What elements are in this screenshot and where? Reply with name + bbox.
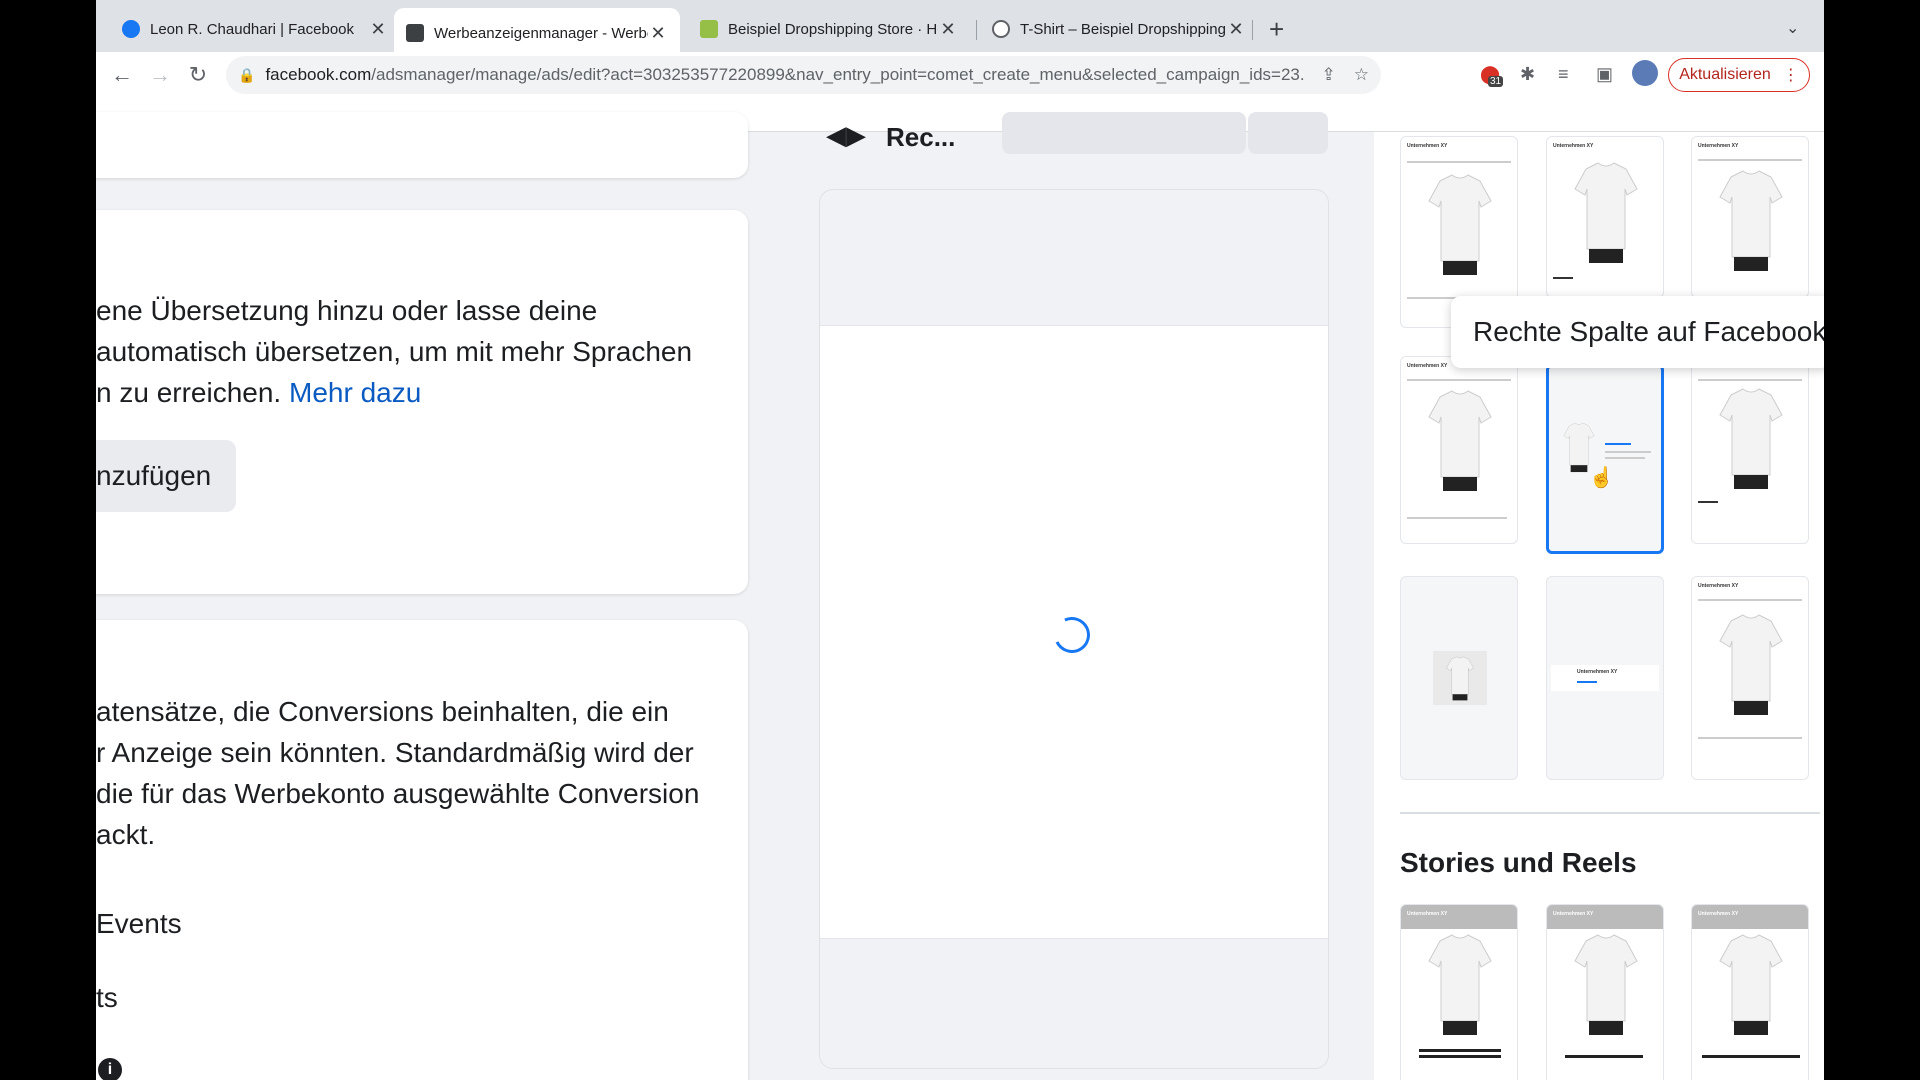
translation-text-3: n zu erreichen. Mehr dazu: [96, 377, 422, 408]
adsmanager-favicon-icon: [406, 24, 424, 42]
thumb-header: Unternehmen XY: [1407, 911, 1448, 917]
datasets-text-1: atensätze, die Conversions beinhalten, d…: [96, 696, 669, 727]
thumb-header: Unternehmen XY: [1553, 911, 1594, 917]
extension-badge: 31: [1488, 76, 1504, 87]
browser-tabstrip: Leon R. Chaudhari | Facebook ✕ Werbeanze…: [96, 0, 1824, 58]
more-info-link[interactable]: Mehr dazu: [289, 377, 421, 408]
tab-title: Beispiel Dropshipping Store · Home: [728, 20, 938, 38]
placement-thumb-story-2[interactable]: Unternehmen XY: [1546, 904, 1664, 1080]
tshirt-image: [1574, 162, 1638, 263]
placement-thumb-story-1[interactable]: Unternehmen XY: [1400, 904, 1518, 1080]
close-icon[interactable]: ✕: [648, 23, 668, 44]
thumb-header: Unternehmen XY: [1407, 363, 1448, 369]
placement-thumb-in-stream[interactable]: Unternehmen XY: [1691, 576, 1809, 780]
preview-options-button[interactable]: [1248, 112, 1328, 154]
shopify-favicon-icon: [700, 20, 718, 38]
url-text: facebook.com/adsmanager/manage/ads/edit?…: [265, 65, 1304, 84]
info-icon[interactable]: i: [98, 1058, 122, 1080]
chevron-down-icon[interactable]: ⌄: [1786, 18, 1799, 38]
tab-facebook[interactable]: Leon R. Chaudhari | Facebook ✕: [110, 10, 400, 48]
extension-icon[interactable]: ⬤ 31: [1480, 64, 1504, 87]
preview-select[interactable]: [1002, 112, 1246, 154]
close-icon[interactable]: ✕: [938, 19, 958, 40]
back-icon[interactable]: ←: [108, 62, 136, 88]
address-bar[interactable]: 🔒 facebook.com/adsmanager/manage/ads/edi…: [226, 56, 1381, 94]
thumb-header: Unternehmen XY: [1698, 583, 1739, 589]
sidepanel-icon[interactable]: ▣: [1596, 64, 1613, 85]
placement-thumb-explore[interactable]: Unternehmen XY: [1691, 356, 1809, 544]
card-datasets: [96, 620, 748, 1080]
tab-title: Leon R. Chaudhari | Facebook: [150, 20, 355, 38]
cursor-hand-icon: ☝: [1589, 467, 1614, 489]
add-translation-label: nzufügen: [96, 460, 212, 491]
placement-thumb-messenger[interactable]: Unternehmen XY: [1546, 576, 1664, 780]
main-content: ene Übersetzung hinzu oder lasse deine a…: [96, 112, 1824, 1080]
puzzle-icon[interactable]: ✱: [1520, 64, 1535, 85]
thumb-header: Unternehmen XY: [1698, 911, 1739, 917]
card-top: [96, 112, 748, 178]
datasets-text-3: die für das Werbekonto ausgewählte Conve…: [96, 778, 700, 809]
close-icon[interactable]: ✕: [1226, 19, 1246, 40]
tshirt-image: [1719, 388, 1783, 489]
datasets-text-2: r Anzeige sein könnten. Standardmäßig wi…: [96, 737, 694, 768]
section-divider: [1400, 812, 1820, 814]
preview-title: Rec...: [886, 122, 956, 152]
placement-thumb-right-column[interactable]: ☝: [1546, 364, 1664, 554]
tab-title: Werbeanzeigenmanager - Werbeanzeigen: [434, 24, 648, 42]
tab-adsmanager[interactable]: Werbeanzeigenmanager - Werbeanzeigen ✕: [394, 8, 680, 58]
update-button[interactable]: Aktualisieren ⋮: [1668, 58, 1810, 92]
thumb-header: Unternehmen XY: [1698, 143, 1739, 149]
tab-tshirt[interactable]: T-Shirt – Beispiel Dropshipping Store ✕: [980, 10, 1258, 48]
close-icon[interactable]: ✕: [368, 19, 388, 40]
forward-icon[interactable]: →: [146, 62, 174, 88]
tshirt-image: [1428, 934, 1492, 1035]
tshirt-image: [1719, 614, 1783, 715]
placement-tooltip: Rechte Spalte auf Facebook: [1451, 296, 1824, 368]
thumb-header: Unternehmen XY: [1407, 143, 1448, 149]
option-events[interactable]: Events: [96, 903, 182, 944]
tab-shopify-store[interactable]: Beispiel Dropshipping Store · Home ✕: [688, 10, 970, 48]
tshirt-image: [1428, 174, 1492, 275]
tshirt-image: [1719, 170, 1783, 271]
tshirt-image: [1428, 390, 1492, 491]
thumb-header: Unternehmen XY: [1577, 669, 1618, 675]
screen: Leon R. Chaudhari | Facebook ✕ Werbeanze…: [96, 0, 1824, 1080]
update-label: Aktualisieren: [1679, 66, 1771, 83]
preview-nav-icon[interactable]: ◀▶: [826, 120, 866, 151]
lock-icon: 🔒: [238, 66, 256, 83]
tshirt-image: [1719, 934, 1783, 1035]
thumb-header: Unternehmen XY: [1553, 143, 1594, 149]
share-icon[interactable]: ⇪: [1322, 65, 1336, 85]
translation-text-2: automatisch übersetzen, um mit mehr Spra…: [96, 336, 693, 367]
avatar[interactable]: [1632, 60, 1658, 86]
datasets-text-4: ackt.: [96, 819, 156, 850]
globe-icon: [992, 20, 1010, 38]
placement-thumb-marketplace[interactable]: Unternehmen XY: [1691, 136, 1809, 298]
option-ts[interactable]: ts: [96, 977, 118, 1018]
placement-thumb-search[interactable]: [1400, 576, 1518, 780]
placement-thumb-video-feeds[interactable]: Unternehmen XY: [1400, 356, 1518, 544]
new-tab-button[interactable]: +: [1269, 14, 1284, 45]
media-icon[interactable]: ≡: [1558, 64, 1569, 85]
translation-text-1: ene Übersetzung hinzu oder lasse deine: [96, 295, 598, 326]
tab-title: T-Shirt – Beispiel Dropshipping Store: [1020, 20, 1226, 38]
tshirt-image: [1446, 656, 1474, 701]
tshirt-image: [1574, 934, 1638, 1035]
facebook-favicon-icon: [122, 20, 140, 38]
reload-icon[interactable]: ↻: [184, 62, 212, 88]
stories-section-title: Stories und Reels: [1400, 847, 1637, 878]
star-icon[interactable]: ☆: [1354, 65, 1369, 85]
placement-thumb-story-3[interactable]: Unternehmen XY: [1691, 904, 1809, 1080]
more-vert-icon: ⋮: [1782, 67, 1799, 84]
add-translation-button[interactable]: nzufügen: [96, 440, 236, 512]
placement-thumb-instagram-feed[interactable]: Unternehmen XY: [1546, 136, 1664, 298]
